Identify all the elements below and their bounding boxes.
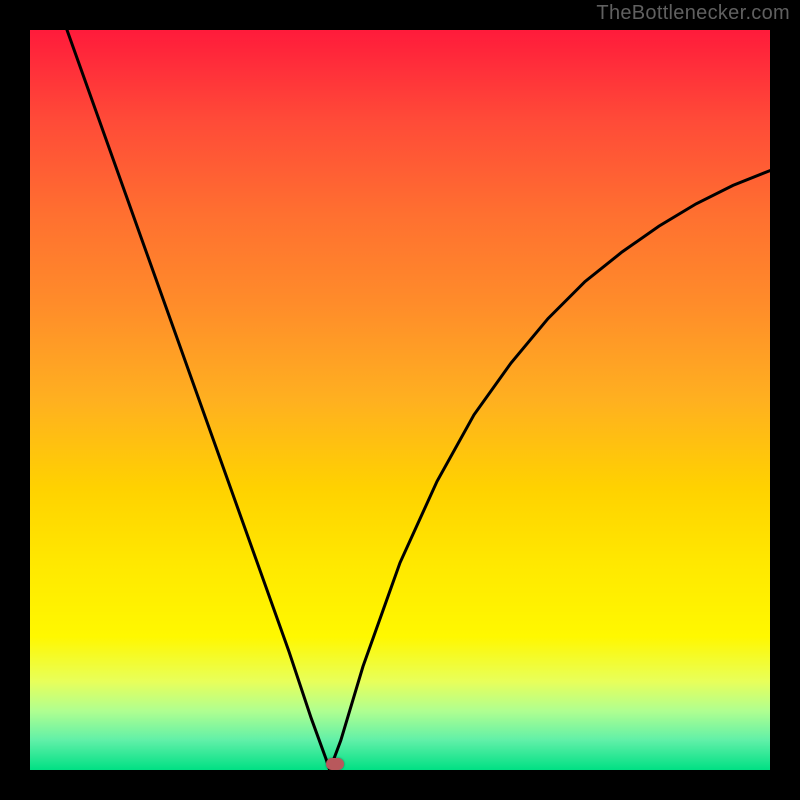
chart-frame: TheBottlenecker.com [0, 0, 800, 800]
curve-right-branch [330, 171, 770, 770]
bottleneck-curve [30, 30, 770, 770]
plot-area [30, 30, 770, 770]
optimal-point-marker [326, 758, 344, 770]
watermark-text: TheBottlenecker.com [596, 2, 790, 25]
curve-left-branch [67, 30, 330, 770]
